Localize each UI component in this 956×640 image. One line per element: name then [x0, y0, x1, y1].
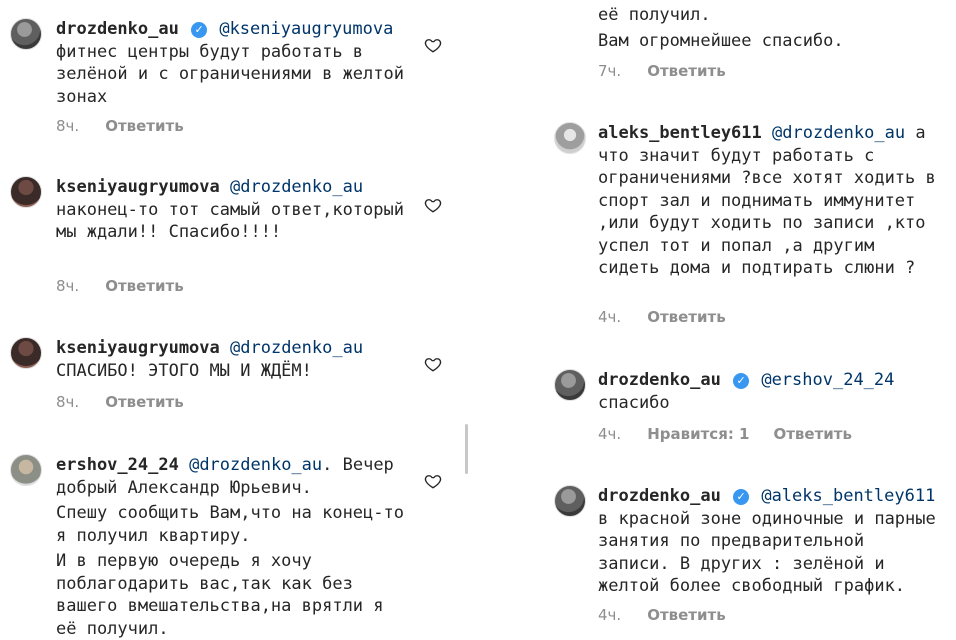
verified-badge-icon: ✓: [191, 22, 208, 38]
comment-mention[interactable]: @drozdenko_au: [230, 338, 363, 358]
avatar[interactable]: [554, 485, 586, 517]
comment-body: наконец-то тот самый ответ,который мы жд…: [56, 199, 404, 243]
comment-text: её получил. Вам огромнейшее спасибо.: [598, 4, 938, 52]
comment-time: 4ч.: [598, 308, 622, 326]
reply-button[interactable]: Ответить: [647, 308, 726, 326]
avatar[interactable]: [554, 122, 586, 154]
comment-meta: 8ч. Ответить: [56, 393, 184, 411]
comment-time: 7ч.: [598, 62, 622, 80]
comment-body: фитнес центры будут работать в зелёной и…: [56, 41, 404, 107]
reply-button[interactable]: Ответить: [773, 425, 852, 443]
comment-body: а что значит будут работать с ограничени…: [598, 123, 936, 278]
reply-button[interactable]: Ответить: [647, 62, 726, 80]
comment-mention[interactable]: @aleks_bentley611: [761, 486, 935, 506]
comment-paragraph: Вам огромнейшее спасибо.: [598, 30, 844, 51]
comment-text: kseniyaugryumova @drozdenko_au наконец-т…: [56, 176, 408, 244]
avatar[interactable]: [10, 176, 42, 208]
likes-count-button[interactable]: Нравится: 1: [647, 425, 749, 443]
comment-text: ershov_24_24 @drozdenko_au. Вечер добрый…: [56, 454, 408, 640]
comment-mention[interactable]: @drozdenko_au: [230, 177, 363, 197]
comment-username[interactable]: ershov_24_24: [56, 455, 179, 475]
comment-mention[interactable]: @drozdenko_au: [772, 123, 905, 143]
comment-meta: 8ч. Ответить: [56, 117, 184, 135]
reply-button[interactable]: Ответить: [647, 606, 726, 624]
avatar[interactable]: [554, 369, 586, 401]
avatar[interactable]: [10, 18, 42, 50]
comment-mention[interactable]: @kseniyaugryumova: [219, 19, 393, 39]
comment-paragraph: её получил.: [598, 5, 711, 25]
comment-text: drozdenko_au ✓ @kseniyaugryumova фитнес …: [56, 18, 408, 108]
comment-paragraph: Спешу сообщить Вам,что на конец-то я пол…: [56, 503, 404, 546]
comment-body: СПАСИБО! ЭТОГО МЫ И ЖДЁМ!: [56, 360, 312, 381]
comment-paragraph: И в первую очередь я хочу поблагодарить …: [56, 551, 384, 639]
comment-username[interactable]: drozdenko_au: [598, 486, 721, 506]
comment-body: спасибо: [598, 392, 670, 413]
comment-username[interactable]: kseniyaugryumova: [56, 338, 220, 358]
comment-text: drozdenko_au ✓ @aleks_bentley611 в красн…: [598, 485, 938, 598]
comment-meta: 8ч. Ответить: [56, 277, 184, 295]
reply-button[interactable]: Ответить: [105, 393, 184, 411]
comment-mention[interactable]: @drozdenko_au: [189, 455, 322, 475]
comment-meta: 7ч. Ответить: [598, 62, 726, 80]
comment-meta: 4ч. Ответить: [598, 606, 726, 624]
reply-button[interactable]: Ответить: [105, 277, 184, 295]
comment-time: 4ч.: [598, 606, 622, 624]
comment-username[interactable]: kseniyaugryumova: [56, 177, 220, 197]
comments-column-right: её получил. Вам огромнейшее спасибо. 7ч.…: [486, 0, 956, 640]
comment-username[interactable]: drozdenko_au: [598, 370, 721, 390]
reply-button[interactable]: Ответить: [105, 117, 184, 135]
heart-outline-icon[interactable]: [424, 36, 442, 54]
comment-time: 8ч.: [56, 117, 80, 135]
comments-column-left: drozdenko_au ✓ @kseniyaugryumova фитнес …: [0, 0, 470, 640]
comment-meta: 4ч. Нравится: 1 Ответить: [598, 425, 852, 443]
comment-mention[interactable]: @ershov_24_24: [761, 370, 894, 390]
comment-time: 8ч.: [56, 277, 80, 295]
comment-text: aleks_bentley611 @drozdenko_au а что зна…: [598, 122, 938, 280]
heart-outline-icon[interactable]: [424, 196, 442, 214]
heart-outline-icon[interactable]: [424, 355, 442, 373]
avatar[interactable]: [10, 337, 42, 369]
comment-time: 8ч.: [56, 393, 80, 411]
comment-text: kseniyaugryumova @drozdenko_au СПАСИБО! …: [56, 337, 408, 382]
comment-meta: 4ч. Ответить: [598, 308, 726, 326]
comment-text: drozdenko_au ✓ @ershov_24_24 спасибо: [598, 369, 938, 414]
verified-badge-icon: ✓: [733, 489, 750, 505]
comment-time: 4ч.: [598, 425, 622, 443]
avatar[interactable]: [10, 454, 42, 486]
scrollbar[interactable]: [465, 424, 468, 474]
heart-outline-icon[interactable]: [424, 472, 442, 490]
verified-badge-icon: ✓: [733, 373, 750, 389]
comment-body: в красной зоне одиночные и парные заняти…: [598, 508, 936, 597]
comment-username[interactable]: drozdenko_au: [56, 19, 179, 39]
comment-username[interactable]: aleks_bentley611: [598, 123, 762, 143]
